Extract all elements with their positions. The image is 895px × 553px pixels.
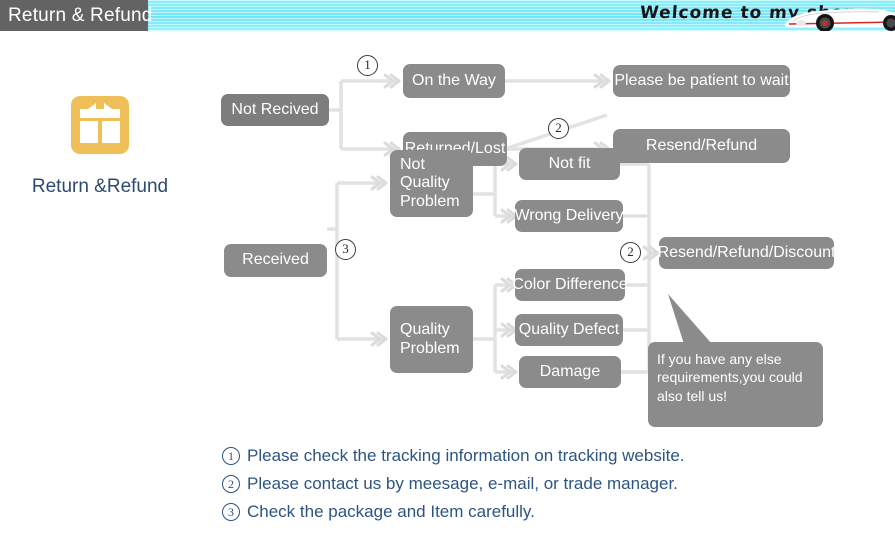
node-label: Not Quality Problem [400, 155, 460, 210]
step-marker-label: 2 [627, 244, 634, 259]
node-resend-refund[interactable]: Resend/Refund [613, 129, 790, 163]
node-label: Damage [539, 362, 601, 380]
callout-bubble: If you have any else requirements,you co… [648, 342, 823, 427]
node-label: Quality Problem [400, 321, 460, 357]
note-number: 3 [222, 503, 240, 521]
note-item: 2 Please contact us by meesage, e-mail, … [222, 474, 685, 494]
return-refund-flowchart: Not Recived On the Way Returned/Lost Ple… [0, 31, 895, 441]
node-not-fit[interactable]: Not fit [519, 148, 620, 180]
node-label: On the Way [412, 71, 496, 89]
node-received[interactable]: Received [224, 244, 327, 277]
node-on-the-way[interactable]: On the Way [403, 64, 505, 98]
banner-title: Return & Refund [0, 0, 152, 31]
node-quality-problem[interactable]: Quality Problem [390, 306, 473, 373]
node-label: Wrong Delivery [514, 206, 624, 224]
node-label: Please be patient to wait [614, 71, 789, 89]
page-banner: Return & Refund Welcome to my shop [0, 0, 895, 31]
node-label: Color Difference [512, 275, 628, 293]
step-marker-label: 2 [555, 120, 562, 135]
node-not-quality-problem[interactable]: Not Quality Problem [390, 150, 473, 217]
node-color-difference[interactable]: Color Difference [512, 269, 628, 301]
node-label: Not Recived [231, 100, 319, 118]
step-marker-2-top: 2 [548, 118, 569, 139]
step-marker-label: 3 [342, 241, 349, 256]
callout-text: If you have any else requirements,you co… [657, 351, 803, 404]
node-please-be-patient[interactable]: Please be patient to wait [613, 65, 790, 97]
node-wrong-delivery[interactable]: Wrong Delivery [514, 200, 624, 232]
node-label: Quality Defect [518, 320, 620, 338]
note-number: 2 [222, 475, 240, 493]
node-label: Not fit [548, 154, 591, 172]
note-item: 1 Please check the tracking information … [222, 446, 685, 466]
note-text: Please check the tracking information on… [247, 446, 685, 465]
sports-car-icon [785, 8, 895, 31]
step-marker-3: 3 [335, 239, 356, 260]
node-label: Received [242, 251, 309, 269]
node-label: Resend/Refund/Discount [657, 243, 836, 261]
note-number: 1 [222, 447, 240, 465]
step-marker-1: 1 [357, 55, 378, 76]
footer-notes: 1 Please check the tracking information … [222, 446, 685, 530]
node-label: Resend/Refund [645, 136, 758, 154]
note-item: 3 Check the package and Item carefully. [222, 502, 685, 522]
note-text: Check the package and Item carefully. [247, 502, 535, 521]
callout-tail-icon [668, 294, 712, 344]
note-text: Please contact us by meesage, e-mail, or… [247, 474, 678, 493]
node-damage[interactable]: Damage [519, 356, 621, 388]
node-resend-refund-discount[interactable]: Resend/Refund/Discount [657, 237, 836, 269]
step-marker-2-middle: 2 [620, 242, 641, 263]
step-marker-label: 1 [364, 57, 371, 72]
node-quality-defect[interactable]: Quality Defect [515, 314, 623, 346]
node-not-received[interactable]: Not Recived [221, 94, 329, 126]
